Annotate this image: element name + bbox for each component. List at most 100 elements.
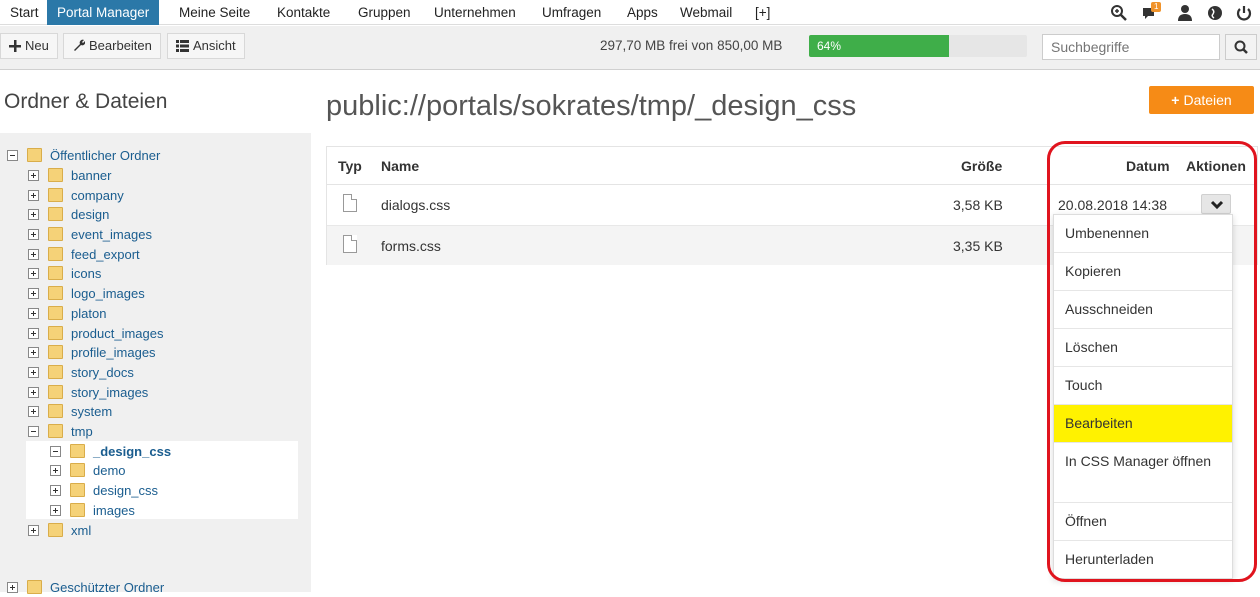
expand-icon[interactable] <box>28 367 39 378</box>
search-input[interactable] <box>1042 34 1220 60</box>
tree-label[interactable]: xml <box>71 521 91 540</box>
expand-icon[interactable] <box>50 465 61 476</box>
expand-icon[interactable] <box>28 190 39 201</box>
folder-icon <box>70 463 85 477</box>
tree-label[interactable]: _design_css <box>93 442 171 461</box>
nav-apps[interactable]: Apps <box>617 0 668 25</box>
menu-item[interactable]: Herunterladen <box>1054 541 1232 579</box>
expand-icon[interactable] <box>28 170 39 181</box>
menu-item[interactable]: In CSS Manager öffnen <box>1054 443 1232 503</box>
power-icon[interactable] <box>1235 4 1253 22</box>
toolbar: Neu Bearbeiten Ansicht 297,70 MB frei vo… <box>0 26 1260 70</box>
folder-icon <box>48 227 63 241</box>
file-size: 3,58 KB <box>953 197 1003 213</box>
menu-item[interactable]: Ausschneiden <box>1054 291 1232 329</box>
expand-icon[interactable] <box>28 347 39 358</box>
expand-icon[interactable] <box>28 308 39 319</box>
menu-item[interactable]: Löschen <box>1054 329 1232 367</box>
expand-icon[interactable] <box>28 525 39 536</box>
column-size[interactable]: Größe <box>961 158 1002 174</box>
collapse-icon[interactable] <box>7 150 18 161</box>
tree-label[interactable]: design_css <box>93 481 158 500</box>
tree-label[interactable]: story_docs <box>71 363 134 382</box>
messages-icon[interactable]: 1 <box>1141 2 1162 22</box>
nav-start[interactable]: Start <box>0 0 49 25</box>
column-date[interactable]: Datum <box>1126 158 1170 174</box>
folder-tree <box>0 133 311 592</box>
tree-label[interactable]: platon <box>71 304 106 323</box>
menu-item[interactable]: Touch <box>1054 367 1232 405</box>
nav-kontakte[interactable]: Kontakte <box>267 0 340 25</box>
tree-label[interactable]: product_images <box>71 324 164 343</box>
menu-item[interactable]: Umbenennen <box>1054 215 1232 253</box>
folder-icon <box>70 503 85 517</box>
folder-icon <box>48 523 63 537</box>
column-type[interactable]: Typ <box>338 158 362 174</box>
tree-label[interactable]: tmp <box>71 422 93 441</box>
user-icon[interactable] <box>1176 4 1194 22</box>
globe-icon[interactable] <box>1206 4 1224 22</box>
nav-unternehmen[interactable]: Unternehmen <box>424 0 526 25</box>
expand-icon[interactable] <box>28 387 39 398</box>
column-name[interactable]: Name <box>381 158 419 174</box>
view-button[interactable]: Ansicht <box>167 33 245 59</box>
tree-label[interactable]: design <box>71 205 109 224</box>
collapse-icon[interactable] <box>28 426 39 437</box>
expand-icon[interactable] <box>50 485 61 496</box>
menu-item[interactable]: Öffnen <box>1054 503 1232 541</box>
menu-item[interactable]: Bearbeiten <box>1054 405 1232 443</box>
upload-files-button[interactable]: + Dateien <box>1149 86 1254 114</box>
upload-files-label: Dateien <box>1183 92 1232 108</box>
expand-icon[interactable] <box>28 209 39 220</box>
expand-icon[interactable] <box>7 582 18 593</box>
menu-item[interactable]: Kopieren <box>1054 253 1232 291</box>
folder-icon <box>27 148 42 162</box>
tree-label[interactable]: event_images <box>71 225 152 244</box>
folder-icon <box>48 286 63 300</box>
expand-icon[interactable] <box>28 328 39 339</box>
nav-meine-seite[interactable]: Meine Seite <box>169 0 260 25</box>
expand-icon[interactable] <box>28 406 39 417</box>
nav-add[interactable]: [+] <box>745 0 780 25</box>
tree-label[interactable]: system <box>71 402 112 421</box>
file-date: 20.08.2018 14:38 <box>1058 197 1167 213</box>
folder-icon <box>48 404 63 418</box>
nav-umfragen[interactable]: Umfragen <box>532 0 611 25</box>
folder-icon <box>48 247 63 261</box>
tree-label[interactable]: feed_export <box>71 245 140 264</box>
nav-portal-manager[interactable]: Portal Manager <box>47 0 160 25</box>
expand-icon[interactable] <box>28 288 39 299</box>
tree-label[interactable]: banner <box>71 166 111 185</box>
tree-label[interactable]: Öffentlicher Ordner <box>50 146 160 165</box>
expand-icon[interactable] <box>28 268 39 279</box>
tree-label[interactable]: profile_images <box>71 343 156 362</box>
tree-label[interactable]: logo_images <box>71 284 145 303</box>
expand-icon[interactable] <box>50 505 61 516</box>
file-name[interactable]: forms.css <box>381 238 441 254</box>
nav-webmail[interactable]: Webmail <box>670 0 742 25</box>
collapse-icon[interactable] <box>50 446 61 457</box>
folder-icon <box>48 424 63 438</box>
search-button[interactable] <box>1225 34 1257 60</box>
tree-label[interactable]: demo <box>93 461 126 480</box>
file-icon <box>343 194 357 212</box>
file-icon <box>343 235 357 253</box>
expand-icon[interactable] <box>28 229 39 240</box>
search-zoom-icon[interactable] <box>1110 4 1128 22</box>
expand-icon[interactable] <box>28 249 39 260</box>
tree-label[interactable]: icons <box>71 264 101 283</box>
column-actions: Aktionen <box>1186 158 1246 174</box>
tree-label[interactable]: images <box>93 501 135 520</box>
file-name[interactable]: dialogs.css <box>381 197 450 213</box>
nav-gruppen[interactable]: Gruppen <box>348 0 421 25</box>
tree-label[interactable]: company <box>71 186 124 205</box>
new-button-label: Neu <box>25 38 49 53</box>
search-icon <box>1234 40 1248 54</box>
row-actions-button[interactable] <box>1201 194 1231 214</box>
edit-button[interactable]: Bearbeiten <box>63 33 161 59</box>
new-button[interactable]: Neu <box>0 33 58 59</box>
tree-label[interactable]: story_images <box>71 383 148 402</box>
folder-icon <box>48 168 63 182</box>
tree-label[interactable]: Geschützter Ordner <box>50 578 164 597</box>
view-button-label: Ansicht <box>193 38 236 53</box>
